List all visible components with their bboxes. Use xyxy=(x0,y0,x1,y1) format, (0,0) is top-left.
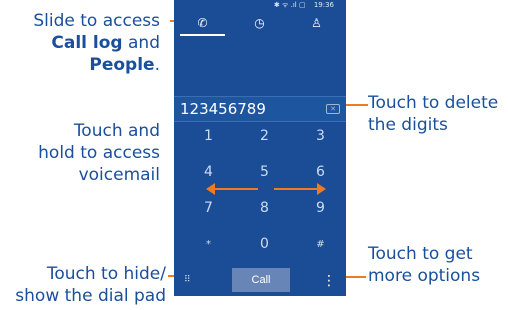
key-7[interactable]: 7 xyxy=(180,194,237,222)
annotation-more-options: Touch to get more options xyxy=(368,243,480,287)
annotation-more-line1: Touch to get xyxy=(368,244,473,264)
key-8[interactable]: 8 xyxy=(236,194,293,222)
more-options-icon[interactable]: ⋮ xyxy=(322,272,336,290)
key-4[interactable]: 4 xyxy=(180,158,237,186)
status-icons: ✱ ᯤ .ıl ▢ xyxy=(273,1,306,9)
number-display: 123456789 ✕ xyxy=(174,96,346,122)
tab-bar: ✆ ◷ ♙ xyxy=(174,10,346,36)
annotation-slide-mid: and xyxy=(122,33,160,53)
key-4-label: 4 xyxy=(204,164,213,180)
tab-call-log[interactable]: ◷ xyxy=(231,10,288,36)
annotation-slide-line1: Slide to access xyxy=(33,11,160,31)
key-6-label: 6 xyxy=(316,164,325,180)
annotation-dialpad-line1: Touch to hide/ xyxy=(46,264,166,284)
key-3[interactable]: 3 xyxy=(292,122,346,150)
annotation-voicemail-line2: hold to access xyxy=(38,143,160,163)
swipe-right-arrow xyxy=(274,183,326,195)
annotation-people-bold: People xyxy=(89,55,155,75)
key-1-label: 1 xyxy=(204,128,213,144)
call-button[interactable]: Call xyxy=(232,268,290,292)
key-hash-label: # xyxy=(316,238,325,250)
key-1[interactable]: 1 xyxy=(180,122,237,150)
annotation-slide-tabs: Slide to access Call log and People. xyxy=(33,10,160,76)
key-9[interactable]: 9 xyxy=(292,194,346,222)
tab-people[interactable]: ♙ xyxy=(288,10,345,36)
bottom-bar: ⠿ Call ⋮ xyxy=(174,266,346,296)
key-2[interactable]: 2 xyxy=(236,122,293,150)
person-icon: ♙ xyxy=(311,16,322,30)
tab-dialer[interactable]: ✆ xyxy=(174,10,231,36)
annotation-delete-line1: Touch to delete xyxy=(368,93,499,113)
key-5[interactable]: 5 xyxy=(236,158,293,186)
clock-icon: ◷ xyxy=(254,16,265,30)
phone-screen: ✱ ᯤ .ıl ▢ 19:36 ✆ ◷ ♙ 123456789 ✕ 1 2 3 … xyxy=(174,0,346,296)
key-0-label: 0 xyxy=(260,236,269,252)
key-star-label: * xyxy=(206,238,211,250)
key-star[interactable]: * xyxy=(180,230,237,258)
key-hash[interactable]: # xyxy=(292,230,346,258)
key-2-label: 2 xyxy=(260,128,269,144)
dialed-number: 123456789 xyxy=(180,100,266,118)
swipe-left-arrow xyxy=(206,183,258,195)
key-8-label: 8 xyxy=(260,200,269,216)
key-6[interactable]: 6 xyxy=(292,158,346,186)
annotation-call-log-bold: Call log xyxy=(51,33,123,53)
status-bar: ✱ ᯤ .ıl ▢ 19:36 xyxy=(174,0,346,10)
dialpad-toggle-icon[interactable]: ⠿ xyxy=(184,274,198,286)
annotation-voicemail: Touch and hold to access voicemail xyxy=(38,120,160,186)
annotation-delete-line2: the digits xyxy=(368,115,448,135)
phone-icon: ✆ xyxy=(197,16,208,30)
annotation-voicemail-line3: voicemail xyxy=(78,165,160,185)
annotation-delete: Touch to delete the digits xyxy=(368,92,498,136)
key-0[interactable]: 0 xyxy=(236,230,293,258)
status-time: 19:36 xyxy=(313,1,334,9)
annotation-more-line2: more options xyxy=(368,266,481,286)
key-9-label: 9 xyxy=(316,200,325,216)
key-3-label: 3 xyxy=(316,128,325,144)
key-5-label: 5 xyxy=(260,164,269,180)
key-7-label: 7 xyxy=(204,200,213,216)
annotation-dialpad-toggle: Touch to hide/ show the dial pad xyxy=(15,263,166,307)
backspace-icon[interactable]: ✕ xyxy=(326,104,340,114)
annotation-slide-end: . xyxy=(154,55,160,75)
annotation-dialpad-line2: show the dial pad xyxy=(15,286,166,306)
annotation-voicemail-line1: Touch and xyxy=(73,121,160,141)
